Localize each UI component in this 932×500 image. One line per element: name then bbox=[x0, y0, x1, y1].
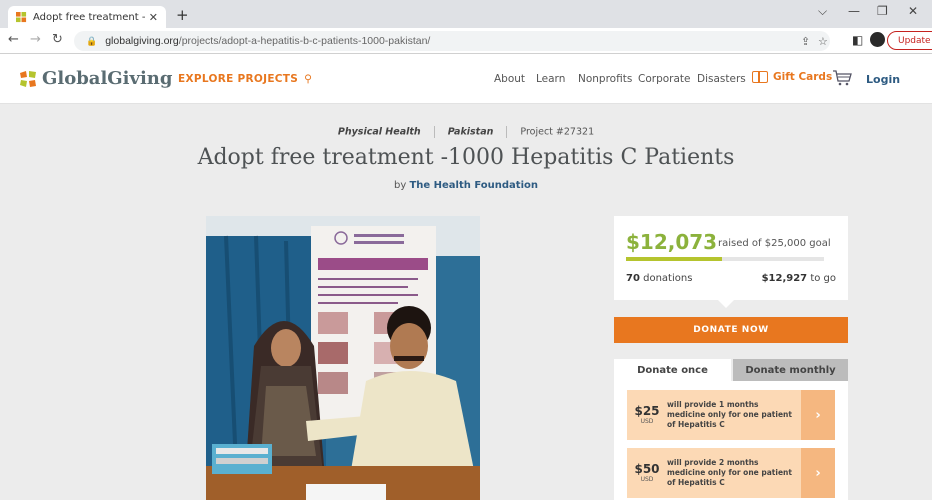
project-meta: Physical Health Pakistan Project #27321 bbox=[0, 126, 932, 138]
globalgiving-logo[interactable]: GlobalGiving bbox=[18, 68, 172, 89]
option-currency: USD bbox=[640, 418, 654, 425]
gift-cards-label: Gift Cards bbox=[773, 71, 833, 83]
site-header: GlobalGiving EXPLORE PROJECTS ⚲ About Le… bbox=[0, 54, 932, 104]
nav-disasters[interactable]: Disasters bbox=[697, 73, 746, 85]
url-path: /projects/adopt-a-hepatitis-b-c-patients… bbox=[178, 35, 431, 47]
tab-donate-once[interactable]: Donate once bbox=[614, 359, 731, 381]
logo-text: GlobalGiving bbox=[42, 68, 173, 89]
update-button[interactable]: Update bbox=[887, 31, 932, 50]
lock-icon: 🔒 bbox=[86, 35, 98, 46]
card-pointer bbox=[718, 300, 734, 308]
new-tab-button[interactable]: + bbox=[176, 6, 189, 24]
share-icon[interactable]: ⇪ bbox=[801, 35, 810, 48]
globalgiving-favicon-icon bbox=[16, 11, 27, 22]
tab-donate-monthly[interactable]: Donate monthly bbox=[733, 359, 848, 381]
option-description: will provide 1 months medicine only for … bbox=[667, 400, 792, 429]
project-photo bbox=[206, 216, 480, 500]
forward-arrow-icon[interactable]: → bbox=[30, 32, 41, 47]
login-link[interactable]: Login bbox=[866, 73, 900, 86]
nav-corporate[interactable]: Corporate bbox=[638, 73, 691, 85]
star-icon[interactable]: ☆ bbox=[818, 35, 828, 48]
by-label: by bbox=[393, 180, 407, 191]
option-description: will provide 2 months medicine only for … bbox=[667, 458, 792, 487]
chevron-right-icon[interactable]: › bbox=[801, 448, 835, 498]
byline: by The Health Foundation bbox=[0, 180, 932, 191]
search-icon: ⚲ bbox=[304, 73, 313, 85]
tab-search-icon[interactable]: ⌵ bbox=[818, 4, 827, 19]
reload-icon[interactable]: ↻ bbox=[52, 32, 63, 47]
divider bbox=[506, 126, 508, 138]
organization-link[interactable]: The Health Foundation bbox=[409, 180, 538, 191]
tab-title: Adopt free treatment -1000 Hep bbox=[33, 11, 145, 23]
divider bbox=[433, 126, 435, 138]
raised-goal-text: raised of $25,000 goal bbox=[718, 238, 831, 249]
donations-count: 70 donations bbox=[626, 273, 692, 284]
explore-projects-link[interactable]: EXPLORE PROJECTS ⚲ bbox=[178, 73, 312, 85]
chevron-right-icon[interactable]: › bbox=[801, 390, 835, 440]
explore-projects-label: EXPLORE PROJECTS bbox=[178, 73, 299, 85]
cart-icon[interactable] bbox=[832, 69, 852, 87]
minimize-icon[interactable]: — bbox=[848, 4, 860, 18]
funding-card: $12,073 raised of $25,000 goal 70 donati… bbox=[614, 216, 848, 300]
page-title: Adopt free treatment -1000 Hepatitis C P… bbox=[197, 145, 735, 170]
maximize-icon[interactable]: ❐ bbox=[877, 4, 888, 18]
to-go-amount: $12,927 bbox=[761, 273, 808, 284]
project-number: Project #27321 bbox=[520, 126, 595, 138]
browser-tab-bar: Adopt free treatment -1000 Hep ✕ + ⌵ — ❐… bbox=[0, 0, 932, 28]
donation-option[interactable]: $25 USD will provide 1 months medicine o… bbox=[627, 390, 835, 440]
browser-tab[interactable]: Adopt free treatment -1000 Hep ✕ bbox=[8, 6, 166, 28]
option-dollar: $25 bbox=[634, 404, 660, 418]
nav-nonprofits[interactable]: Nonprofits bbox=[578, 73, 632, 85]
gift-icon bbox=[752, 71, 768, 83]
profile-avatar[interactable] bbox=[870, 32, 885, 47]
browser-toolbar: ← → ↻ 🔒 globalgiving.org/projects/adopt-… bbox=[0, 28, 932, 54]
donations-label: donations bbox=[643, 273, 693, 284]
remaining-amount: $12,927 to go bbox=[762, 273, 836, 284]
gift-cards-link[interactable]: Gift Cards bbox=[752, 71, 832, 83]
funding-progress-bar bbox=[626, 257, 824, 261]
option-amount: $25 USD bbox=[627, 405, 667, 425]
nav-learn[interactable]: Learn bbox=[536, 73, 565, 85]
close-window-icon[interactable]: ✕ bbox=[908, 4, 918, 18]
donation-options: $25 USD will provide 1 months medicine o… bbox=[614, 381, 848, 500]
update-label: Update bbox=[898, 35, 931, 46]
address-bar[interactable]: 🔒 globalgiving.org/projects/adopt-a-hepa… bbox=[74, 31, 830, 51]
option-currency: USD bbox=[640, 476, 654, 483]
close-tab-icon[interactable]: ✕ bbox=[149, 11, 158, 24]
raised-amount: $12,073 bbox=[626, 230, 718, 254]
nav-about[interactable]: About bbox=[494, 73, 525, 85]
donation-option[interactable]: $50 USD will provide 2 months medicine o… bbox=[627, 448, 835, 498]
option-amount: $50 USD bbox=[627, 463, 667, 483]
logo-mark-icon bbox=[20, 70, 36, 87]
to-go-label: to go bbox=[810, 273, 836, 284]
country-link[interactable]: Pakistan bbox=[448, 127, 494, 138]
option-dollar: $50 bbox=[634, 462, 660, 476]
donate-now-button[interactable]: DONATE NOW bbox=[614, 317, 848, 343]
funding-progress-fill bbox=[626, 257, 722, 261]
back-arrow-icon[interactable]: ← bbox=[8, 32, 19, 47]
donations-number: 70 bbox=[626, 273, 640, 284]
category-link[interactable]: Physical Health bbox=[338, 127, 421, 138]
sidepanel-icon[interactable]: ◧ bbox=[852, 33, 863, 47]
url-domain: globalgiving.org bbox=[105, 35, 179, 47]
